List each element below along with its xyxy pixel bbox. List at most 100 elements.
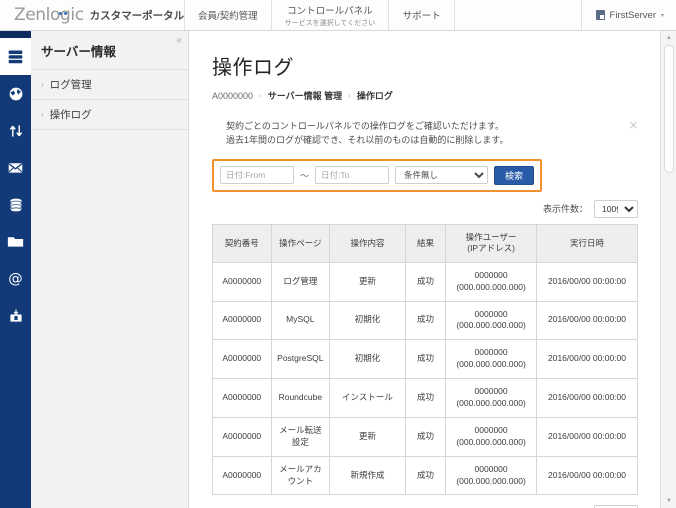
scroll-down-arrow-icon[interactable]: ▼ [661, 494, 676, 508]
backup-icon [8, 308, 24, 324]
breadcrumb-item-contract[interactable]: A0000000 [212, 91, 253, 101]
table-row: A0000000 メールアカウント 新規作成 成功 0000000 (000.0… [213, 456, 638, 495]
cell-datetime: 2016/00/00 00:00:00 [537, 379, 638, 418]
page-title: 操作ログ [212, 51, 638, 80]
display-count-row-top: 表示件数： 100件 [212, 200, 638, 218]
sidebar-menu-list: › ログ管理 › 操作ログ [31, 69, 188, 130]
scroll-up-arrow-icon[interactable]: ▲ [661, 31, 676, 45]
cell-result: 成功 [405, 379, 445, 418]
search-filter-bar: ～ 条件無し 検索 [212, 159, 542, 192]
col-header-execution-datetime: 実行日時 [537, 224, 638, 262]
condition-select[interactable]: 条件無し [395, 166, 488, 184]
rail-item-domain[interactable] [0, 75, 31, 112]
cell-user: 0000000 (000.000.000.000) [446, 379, 537, 418]
sidebar-item-log-management[interactable]: › ログ管理 [31, 70, 188, 100]
table-head: 契約番号 操作ページ 操作内容 結果 操作ユーザー (IPアドレス) 実行日時 [213, 224, 638, 262]
nav-tab-member-contract[interactable]: 会員/契約管理 [185, 0, 272, 30]
rail-item-files[interactable] [0, 223, 31, 260]
cell-contract: A0000000 [213, 340, 272, 379]
nav-tab-label: コントロールパネル [287, 3, 373, 17]
cell-result: 成功 [405, 301, 445, 340]
nav-tab-support[interactable]: サポート [389, 0, 455, 30]
app-root: Zenlogic カスタマーポータル 会員/契約管理 コントロールパネル サービ… [0, 0, 676, 508]
cell-user: 0000000 (000.000.000.000) [446, 340, 537, 379]
sidebar-title: サーバー情報 [41, 41, 116, 60]
breadcrumb-item-current: 操作ログ [357, 89, 393, 102]
globe-icon [8, 86, 24, 102]
cell-datetime: 2016/00/00 00:00:00 [537, 456, 638, 495]
search-button[interactable]: 検索 [494, 166, 534, 185]
breadcrumb-separator-icon: › [259, 91, 262, 100]
sidebar-item-label: ログ管理 [50, 77, 92, 92]
info-notice: 契約ごとのコントロールパネルでの操作ログをご確認いただけます。 過去1年間のログ… [212, 119, 638, 148]
cell-page: メールアカウント [271, 456, 330, 495]
col-header-user-line1: 操作ユーザー [466, 232, 517, 242]
main-content: 操作ログ A0000000 › サーバー情報 管理 › 操作ログ 契約ごとのコン… [190, 31, 660, 508]
rail-item-server[interactable] [0, 38, 31, 75]
chevron-right-icon: › [41, 110, 44, 119]
cell-action: 初期化 [330, 340, 406, 379]
cell-user: 0000000 (000.000.000.000) [446, 456, 537, 495]
col-header-user-line2: (IPアドレス) [467, 243, 515, 253]
table-row: A0000000 Roundcube インストール 成功 0000000 (00… [213, 379, 638, 418]
table-header-row: 契約番号 操作ページ 操作内容 結果 操作ユーザー (IPアドレス) 実行日時 [213, 224, 638, 262]
nav-tab-control-panel[interactable]: コントロールパネル サービスを選択してください [272, 0, 390, 30]
date-range-separator: ～ [300, 169, 309, 182]
nav-tab-label: 会員/契約管理 [198, 8, 258, 22]
scrollbar-thumb[interactable] [664, 45, 674, 173]
cell-result: 成功 [405, 456, 445, 495]
icon-rail: @ [0, 31, 31, 508]
logo-dots-icon [59, 2, 69, 19]
folder-icon [7, 234, 24, 249]
sidebar-panel: サーバー情報 « › ログ管理 › 操作ログ [31, 31, 189, 508]
breadcrumb-separator-icon: › [348, 91, 351, 100]
rail-item-email[interactable]: @ [0, 260, 31, 297]
breadcrumb-item-server-info[interactable]: サーバー情報 管理 [268, 89, 342, 102]
display-count-label: 表示件数： [543, 202, 588, 215]
zenlogic-wordmark: Zenlogic [14, 7, 84, 24]
user-menu[interactable]: FirstServer ▾ [582, 0, 676, 30]
cell-datetime: 2016/00/00 00:00:00 [537, 340, 638, 379]
rail-item-database[interactable] [0, 186, 31, 223]
cell-user-ip: (000.000.000.000) [456, 476, 525, 486]
rail-item-backup[interactable] [0, 297, 31, 334]
cell-action: 新規作成 [330, 456, 406, 495]
rail-item-transfer[interactable] [0, 112, 31, 149]
cell-datetime: 2016/00/00 00:00:00 [537, 262, 638, 301]
brand-subtitle: カスタマーポータル [90, 8, 185, 23]
notice-line-2: 過去1年間のログが確認でき、それ以前のものは自動的に削除します。 [226, 133, 620, 147]
top-navigation-bar: Zenlogic カスタマーポータル 会員/契約管理 コントロールパネル サービ… [0, 0, 676, 31]
display-count-select-top[interactable]: 100件 [594, 200, 638, 218]
col-header-operation-user: 操作ユーザー (IPアドレス) [446, 224, 537, 262]
date-to-input[interactable] [315, 166, 389, 184]
cell-user: 0000000 (000.000.000.000) [446, 262, 537, 301]
cell-page: PostgreSQL [271, 340, 330, 379]
sidebar-item-label: 操作ログ [50, 107, 92, 122]
cell-contract: A0000000 [213, 417, 272, 456]
rail-item-mail[interactable] [0, 149, 31, 186]
cell-user: 0000000 (000.000.000.000) [446, 417, 537, 456]
col-header-contract-number: 契約番号 [213, 224, 272, 262]
database-icon [8, 197, 24, 213]
cell-user-id: 0000000 [475, 347, 508, 357]
cell-user-ip: (000.000.000.000) [456, 320, 525, 330]
date-from-input[interactable] [220, 166, 294, 184]
cell-user: 0000000 (000.000.000.000) [446, 301, 537, 340]
cell-result: 成功 [405, 340, 445, 379]
brand-logo-area[interactable]: Zenlogic カスタマーポータル [0, 0, 185, 30]
sidebar-collapse-icon[interactable]: « [176, 36, 182, 46]
cell-user-ip: (000.000.000.000) [456, 398, 525, 408]
table-row: A0000000 メール転送設定 更新 成功 0000000 (000.000.… [213, 417, 638, 456]
col-header-operation-content: 操作内容 [330, 224, 406, 262]
nav-spacer [455, 0, 581, 30]
cell-page: Roundcube [271, 379, 330, 418]
page-scrollbar[interactable]: ▲ ▼ [660, 31, 676, 508]
sidebar-header: サーバー情報 « [31, 31, 188, 69]
cell-action: インストール [330, 379, 406, 418]
cell-user-id: 0000000 [475, 386, 508, 396]
zenlogic-text: Zenlogic [14, 5, 84, 25]
sidebar-item-operation-log[interactable]: › 操作ログ [31, 100, 188, 130]
cell-user-id: 0000000 [475, 425, 508, 435]
cell-user-ip: (000.000.000.000) [456, 282, 525, 292]
close-icon[interactable]: ✕ [629, 121, 638, 132]
